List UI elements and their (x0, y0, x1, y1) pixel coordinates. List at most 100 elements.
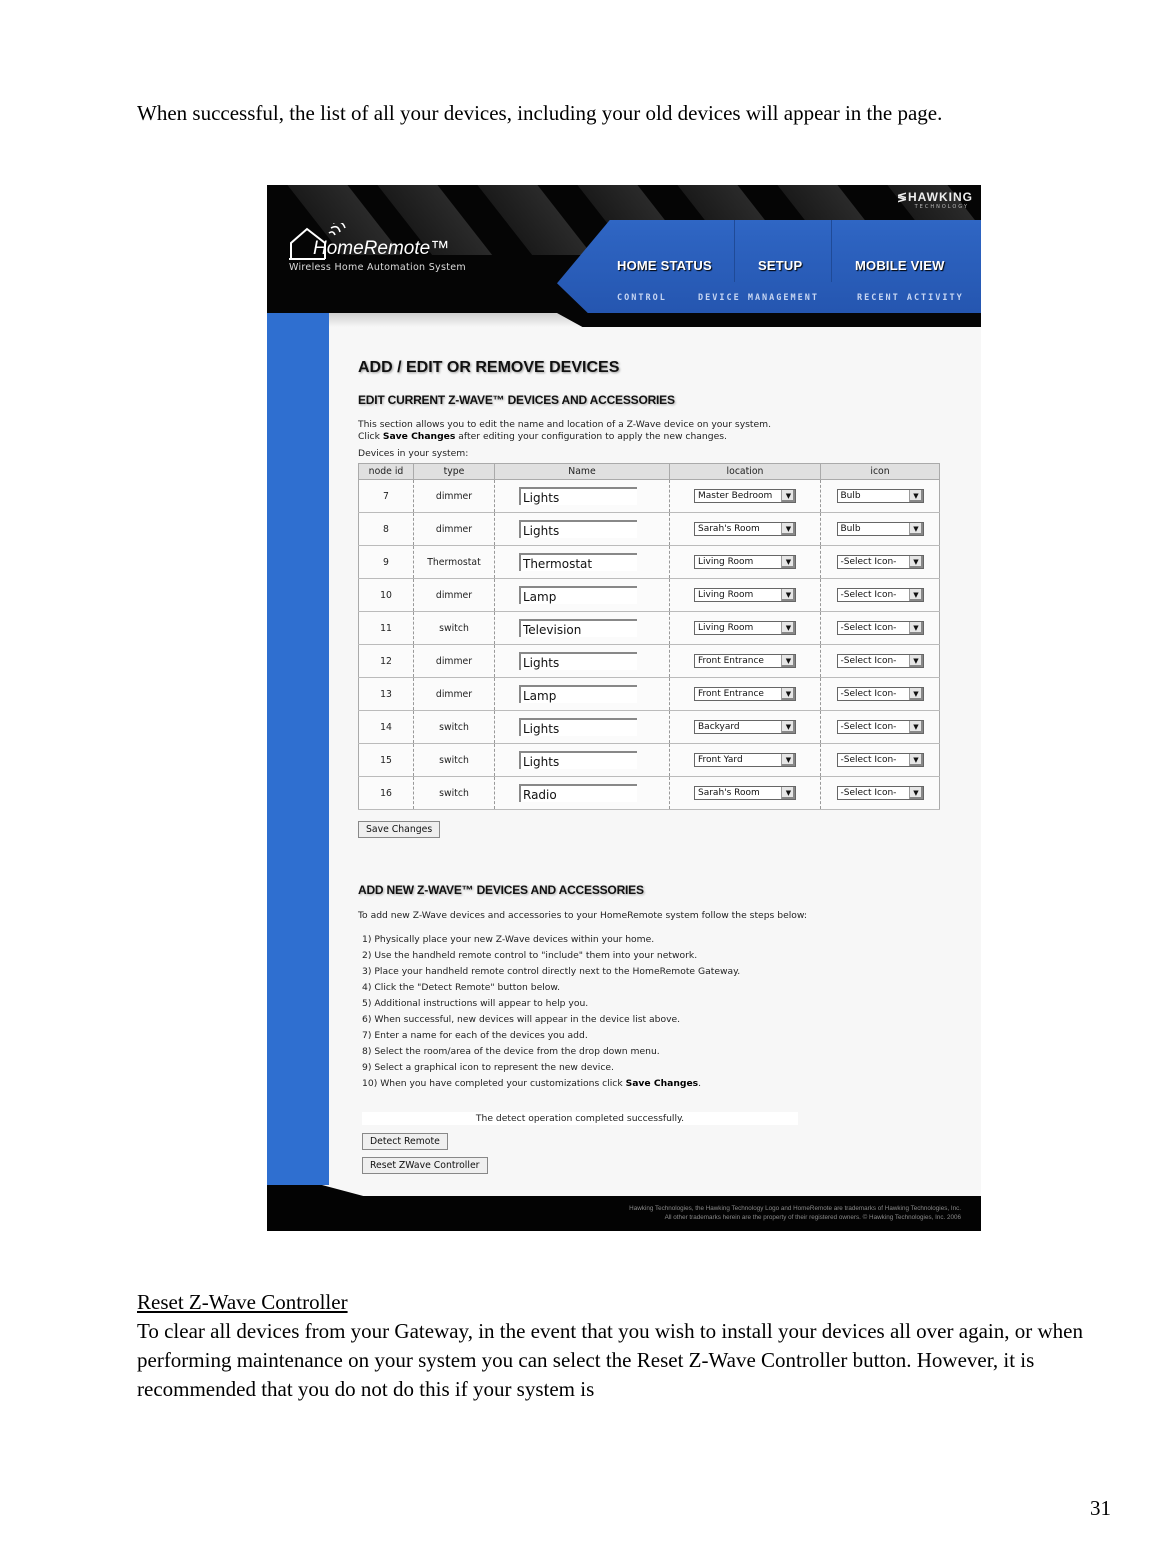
name-cell: Lamp (494, 578, 670, 612)
header-wedge (557, 313, 981, 327)
icon-select[interactable]: -Select Icon- ▼ (836, 786, 924, 800)
dropdown-arrow-icon: ▼ (781, 556, 795, 568)
edit-section-heading: EDIT CURRENT Z-WAVE™ DEVICES AND ACCESSO… (358, 393, 675, 407)
location-select[interactable]: Backyard ▼ (694, 720, 796, 734)
brand-sub: TECHNOLOGY (914, 204, 969, 210)
type-cell: switch (413, 611, 495, 645)
table-row: 8 dimmer Lights Sarah's Room ▼ Bulb ▼ (358, 512, 940, 546)
location-value: Front Yard (698, 755, 743, 765)
icon-select[interactable]: Bulb ▼ (836, 489, 924, 503)
device-name-input[interactable]: Lights (519, 520, 637, 538)
detect-remote-button[interactable]: Detect Remote (362, 1133, 448, 1150)
device-name-input[interactable]: Television (519, 619, 637, 637)
device-name-input[interactable]: Lights (519, 718, 637, 736)
location-select[interactable]: Front Yard ▼ (694, 753, 796, 767)
location-select[interactable]: Living Room ▼ (694, 621, 796, 635)
add-section-heading: ADD NEW Z-WAVE™ DEVICES AND ACCESSORIES (358, 883, 644, 897)
dropdown-arrow-icon: ▼ (908, 589, 923, 601)
table-header-row: node id type Name location icon (358, 463, 940, 480)
name-cell: Lights (494, 644, 670, 678)
page-title: ADD / EDIT OR REMOVE DEVICES (358, 359, 620, 376)
name-cell: Lights (494, 710, 670, 744)
footer-text: Hawking Technologies, the Hawking Techno… (629, 1204, 961, 1222)
step-item: 8) Select the room/area of the device fr… (362, 1046, 660, 1057)
nav-mobile-view[interactable]: MOBILE VIEW (855, 258, 945, 273)
name-cell: Lights (494, 512, 670, 546)
table-row: 16 switch Radio Sarah's Room ▼ -Select Icon- ▼ (358, 776, 940, 810)
device-name-input[interactable]: Thermostat (519, 553, 637, 571)
step-item: 3) Place your handheld remote control di… (362, 966, 741, 977)
step-item: 5) Additional instructions will appear t… (362, 998, 589, 1009)
icon-cell: -Select Icon- ▼ (820, 644, 940, 678)
dropdown-arrow-icon: ▼ (908, 490, 923, 502)
nav-recent-activity[interactable]: RECENT ACTIVITY (857, 293, 964, 303)
sidebar-strip (267, 313, 329, 1185)
nav-control[interactable]: CONTROL (617, 293, 667, 303)
icon-cell: Bulb ▼ (820, 512, 940, 546)
location-select[interactable]: Living Room ▼ (694, 555, 796, 569)
logo-text: HomeRemote™ (313, 238, 450, 259)
icon-select[interactable]: -Select Icon- ▼ (836, 555, 924, 569)
dropdown-arrow-icon: ▼ (908, 655, 923, 667)
icon-cell: -Select Icon- ▼ (820, 611, 940, 645)
reset-heading: Reset Z-Wave Controller (137, 1290, 348, 1314)
icon-cell: -Select Icon- ▼ (820, 743, 940, 777)
node-id-cell: 12 (358, 644, 414, 678)
dropdown-arrow-icon: ▼ (908, 721, 923, 733)
dropdown-arrow-icon: ▼ (908, 754, 923, 766)
location-value: Sarah's Room (698, 524, 760, 534)
icon-cell: -Select Icon- ▼ (820, 545, 940, 579)
type-cell: dimmer (413, 677, 495, 711)
icon-select[interactable]: -Select Icon- ▼ (836, 720, 924, 734)
device-name-input[interactable]: Lights (519, 652, 637, 670)
hawking-swirl-icon: ≶ (896, 190, 908, 204)
nav-device-management[interactable]: DEVICE MANAGEMENT (698, 293, 819, 303)
device-name-input[interactable]: Lamp (519, 586, 637, 604)
type-cell: dimmer (413, 578, 495, 612)
location-select[interactable]: Sarah's Room ▼ (694, 522, 796, 536)
homeremote-screenshot: HomeRemote™ Wireless Home Automation Sys… (267, 185, 981, 1231)
desc-click: Click (358, 431, 383, 442)
location-select[interactable]: Front Entrance ▼ (694, 687, 796, 701)
location-value: Living Room (698, 590, 754, 600)
location-select[interactable]: Living Room ▼ (694, 588, 796, 602)
icon-select[interactable]: -Select Icon- ▼ (836, 621, 924, 635)
icon-select[interactable]: Bulb ▼ (836, 522, 924, 536)
table-row: 14 switch Lights Backyard ▼ -Select Icon- ▼ (358, 710, 940, 744)
dropdown-arrow-icon: ▼ (781, 589, 795, 601)
table-row: 7 dimmer Lights Master Bedroom ▼ Bulb ▼ (358, 479, 940, 513)
location-cell: Living Room ▼ (669, 578, 821, 612)
icon-select[interactable]: -Select Icon- ▼ (836, 687, 924, 701)
reset-zwave-controller-button[interactable]: Reset ZWave Controller (362, 1157, 488, 1174)
device-name-input[interactable]: Radio (519, 784, 637, 802)
nav-home-status[interactable]: HOME STATUS (617, 258, 712, 273)
icon-value: -Select Icon- (840, 557, 897, 567)
table-row: 9 Thermostat Thermostat Living Room ▼ -Select… (358, 545, 940, 579)
save-changes-button[interactable]: Save Changes (358, 821, 441, 838)
device-name-input[interactable]: Lamp (519, 685, 637, 703)
location-cell: Sarah's Room ▼ (669, 776, 821, 810)
location-select[interactable]: Front Entrance ▼ (694, 654, 796, 668)
location-value: Sarah's Room (698, 788, 760, 798)
dropdown-arrow-icon: ▼ (781, 523, 795, 535)
icon-select[interactable]: -Select Icon- ▼ (836, 588, 924, 602)
dropdown-arrow-icon: ▼ (781, 688, 795, 700)
nav-setup[interactable]: SETUP (758, 258, 802, 273)
step-10-text: 10) When you have completed your customi… (362, 1078, 626, 1089)
type-cell: switch (413, 710, 495, 744)
name-cell: Radio (494, 776, 670, 810)
node-id-cell: 8 (358, 512, 414, 546)
location-value: Front Entrance (698, 689, 764, 699)
location-select[interactable]: Master Bedroom ▼ (694, 489, 796, 503)
name-cell: Thermostat (494, 545, 670, 579)
type-cell: switch (413, 776, 495, 810)
device-name-input[interactable]: Lights (519, 751, 637, 769)
device-name-input[interactable]: Lights (519, 487, 637, 505)
node-id-cell: 13 (358, 677, 414, 711)
col-location: location (669, 463, 821, 480)
icon-select[interactable]: -Select Icon- ▼ (836, 753, 924, 767)
table-row: 13 dimmer Lamp Front Entrance ▼ -Select Icon-… (358, 677, 940, 711)
icon-select[interactable]: -Select Icon- ▼ (836, 654, 924, 668)
location-select[interactable]: Sarah's Room ▼ (694, 786, 796, 800)
footer-line1: Hawking Technologies, the Hawking Techno… (629, 1205, 961, 1212)
